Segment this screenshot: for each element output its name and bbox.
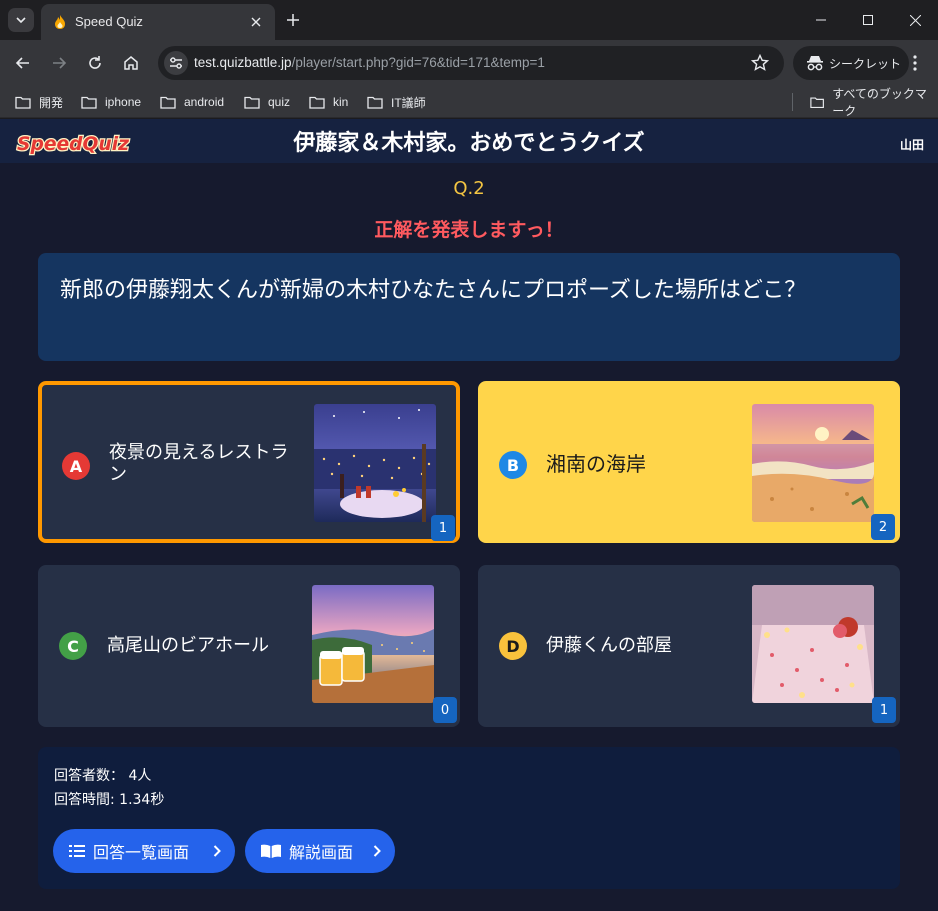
close-window-button[interactable]: [892, 0, 938, 40]
answer-time: 回答時間: 1.34秒: [54, 792, 165, 808]
forward-button[interactable]: [47, 51, 71, 75]
arrow-right-icon: [53, 57, 67, 69]
answer-list-label: 回答一覧画面: [93, 843, 190, 862]
bookmark-folder[interactable]: kin: [309, 93, 348, 111]
bookmarks-divider: [792, 93, 793, 111]
book-open-icon: [261, 844, 281, 858]
quiz-page: SpeedQuiz 伊藤家＆木村家。おめでとうクイズ 山田 Q.2 正解を発表し…: [0, 119, 938, 911]
respondent-count: 回答者数： 4人: [54, 768, 152, 784]
new-tab-button[interactable]: [282, 9, 304, 31]
list-icon: [69, 844, 85, 858]
choice-c-badge: C: [59, 632, 87, 660]
bookmark-folder[interactable]: iphone: [81, 93, 141, 111]
quiz-title: 伊藤家＆木村家。おめでとうクイズ: [293, 131, 645, 156]
explanation-label: 解説画面: [289, 843, 354, 862]
answer-stats-panel: 回答者数： 4人 回答時間: 1.34秒 回答一覧画面 解説画面: [38, 747, 900, 889]
folder-icon: [81, 96, 97, 109]
chevron-down-icon: [16, 17, 26, 24]
choice-a-badge: A: [62, 452, 90, 480]
tab-close-icon[interactable]: [247, 13, 265, 31]
folder-icon: [309, 96, 325, 109]
choice-b-count: 2: [871, 514, 895, 540]
question-text: 新郎の伊藤翔太くんが新婦の木村ひなたさんにプロポーズした場所はどこ？: [38, 253, 900, 361]
tab-search-button[interactable]: [8, 8, 34, 32]
chevron-right-icon: [373, 845, 381, 857]
choice-a[interactable]: A 夜景の見えるレストラン 1: [38, 381, 460, 543]
maximize-button[interactable]: [845, 0, 891, 40]
bookmark-folder[interactable]: quiz: [244, 93, 290, 111]
tune-icon: [170, 57, 182, 69]
incognito-label: シークレット: [829, 57, 902, 71]
choice-b-text: 湘南の海岸: [546, 452, 646, 476]
browser-menu-button[interactable]: [904, 52, 926, 74]
reload-button[interactable]: [83, 51, 107, 75]
bookmarks-bar: 開発 iphone android quiz kin IT議師 すべてのブックマ…: [0, 86, 938, 118]
choice-d-text: 伊藤くんの部屋: [546, 635, 672, 656]
arrow-left-icon: [15, 57, 29, 69]
question-number: Q.2: [453, 178, 485, 199]
choice-a-text: 夜景の見えるレストラン: [109, 442, 289, 485]
address-bar[interactable]: test.quizbattle.jp/player/start.php?gid=…: [158, 46, 784, 80]
choice-c-text: 高尾山のビアホール: [107, 635, 269, 656]
flame-icon: [55, 15, 65, 29]
active-tab[interactable]: Speed Quiz: [41, 4, 275, 40]
incognito-icon: [807, 56, 823, 71]
explanation-button[interactable]: 解説画面: [245, 829, 395, 873]
bookmark-star-icon[interactable]: [750, 53, 770, 73]
choice-c-count: 0: [433, 697, 457, 723]
bookmark-folder[interactable]: android: [160, 93, 224, 111]
close-icon: [909, 14, 921, 26]
folder-icon: [15, 96, 31, 109]
back-button[interactable]: [11, 51, 35, 75]
bookmark-folder[interactable]: 開発: [15, 93, 63, 111]
answer-list-button[interactable]: 回答一覧画面: [53, 829, 235, 873]
reload-icon: [89, 56, 101, 69]
choice-b-badge: B: [499, 451, 527, 479]
site-header: SpeedQuiz 伊藤家＆木村家。おめでとうクイズ 山田: [0, 119, 938, 163]
url-host: test.quizbattle.jp: [194, 55, 292, 70]
browser-toolbar: test.quizbattle.jp/player/start.php?gid=…: [0, 40, 938, 86]
tab-title: Speed Quiz: [75, 14, 143, 29]
url-text[interactable]: test.quizbattle.jp/player/start.php?gid=…: [194, 55, 545, 70]
choice-d-count: 1: [872, 697, 896, 723]
answer-announcement: 正解を発表しますっ！: [374, 219, 564, 241]
user-name: 山田: [899, 138, 924, 152]
choice-d[interactable]: D 伊藤くんの部屋 1: [478, 565, 900, 727]
choice-a-count: 1: [431, 515, 455, 541]
choice-b[interactable]: B 湘南の海岸 2: [478, 381, 900, 543]
minimize-icon: [816, 19, 826, 21]
url-path: /player/start.php?gid=76&tid=171&temp=1: [291, 55, 545, 70]
candlelit-room-image: [752, 585, 874, 703]
folder-icon: [244, 96, 260, 109]
more-vertical-icon: [913, 55, 917, 71]
plus-icon: [287, 14, 299, 26]
minimize-button[interactable]: [798, 0, 844, 40]
choice-d-badge: D: [499, 632, 527, 660]
incognito-indicator[interactable]: シークレット: [793, 46, 909, 80]
bookmark-folder[interactable]: IT議師: [367, 93, 426, 111]
choice-c[interactable]: C 高尾山のビアホール 0: [38, 565, 460, 727]
site-info-button[interactable]: [164, 51, 188, 75]
folder-icon: [810, 96, 824, 108]
folder-icon: [367, 96, 383, 109]
mountain-beer-hall-image: [312, 585, 434, 703]
maximize-icon: [863, 15, 873, 25]
folder-icon: [160, 96, 176, 109]
shonan-beach-sunset-image: [752, 404, 874, 522]
home-button[interactable]: [119, 51, 143, 75]
all-bookmarks-folder[interactable]: すべてのブックマーク: [810, 87, 938, 118]
chevron-right-icon: [213, 845, 221, 857]
night-view-restaurant-image: [314, 404, 436, 522]
home-icon: [124, 56, 138, 70]
browser-tab-bar: Speed Quiz: [0, 0, 938, 40]
